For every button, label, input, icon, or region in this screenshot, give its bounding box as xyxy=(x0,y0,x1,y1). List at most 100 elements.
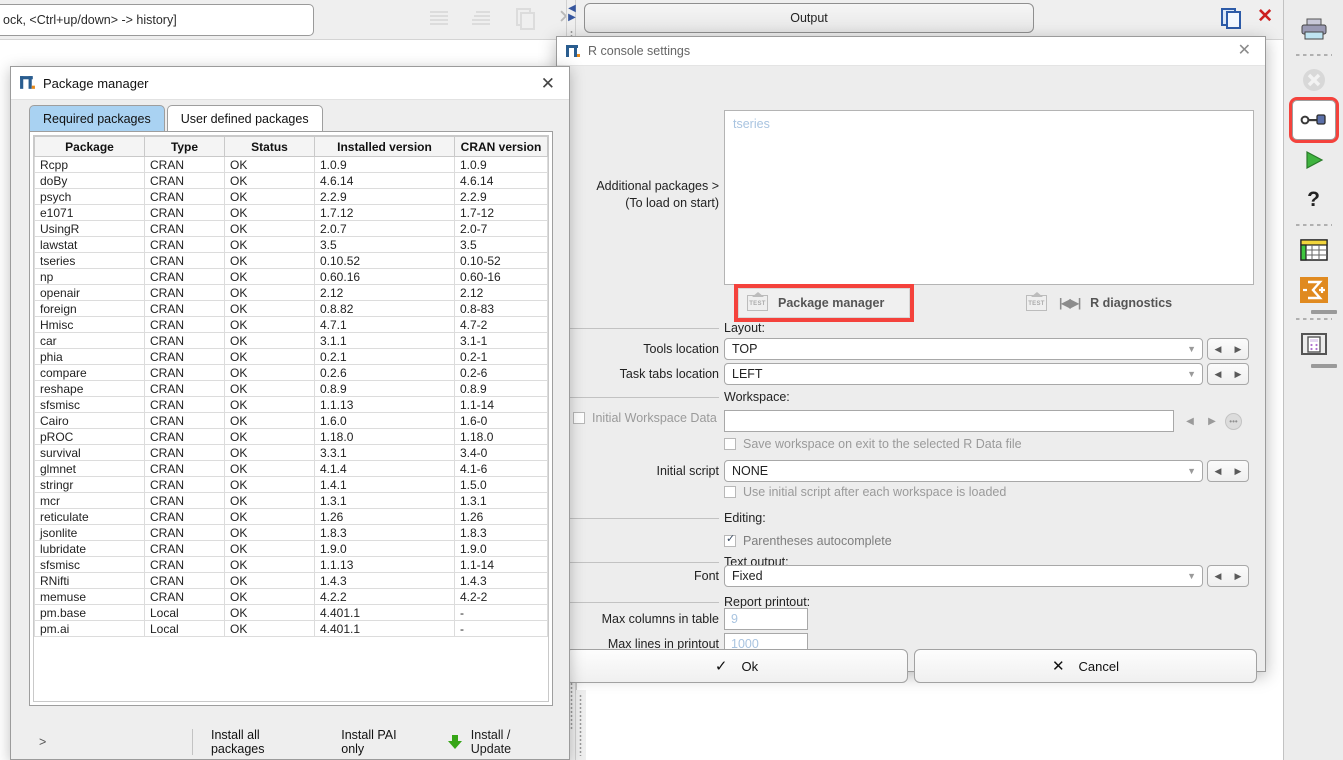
install-all-packages-button[interactable]: Install all packages xyxy=(211,728,315,756)
parentheses-autocomplete-row[interactable]: Parentheses autocomplete xyxy=(724,532,892,548)
copy-icon[interactable] xyxy=(514,8,535,30)
splitter-collapse-icon[interactable]: ◀ ▶ xyxy=(567,4,577,23)
font-combo[interactable]: Fixed ▼ xyxy=(724,565,1203,587)
cell-cran-version: 1.18.0 xyxy=(454,428,548,445)
table-row[interactable]: openair CRAN OK 2.12 2.12 xyxy=(34,284,548,301)
table-row[interactable]: Cairo CRAN OK 1.6.0 1.6-0 xyxy=(34,412,548,429)
initial-script-stepper[interactable]: ◀ ▶ xyxy=(1207,460,1249,482)
checkbox-icon[interactable] xyxy=(724,438,736,450)
table-row[interactable]: sfsmisc CRAN OK 1.1.13 1.1-14 xyxy=(34,556,548,573)
workspace-browse-button[interactable]: ••• xyxy=(1225,413,1242,430)
cell-type: CRAN xyxy=(144,572,225,589)
table-row[interactable]: jsonlite CRAN OK 1.8.3 1.8.3 xyxy=(34,524,548,541)
rail-item-run[interactable] xyxy=(1292,140,1336,180)
table-row[interactable]: mcr CRAN OK 1.3.1 1.3.1 xyxy=(34,492,548,509)
rail-item-stop[interactable] xyxy=(1292,60,1336,100)
tab-output[interactable]: Output xyxy=(584,3,1034,33)
tab-required-packages[interactable]: Required packages xyxy=(29,105,165,132)
save-workspace-checkbox-row[interactable]: Save workspace on exit to the selected R… xyxy=(724,437,1022,451)
use-initial-script-checkbox-row[interactable]: Use initial script after each workspace … xyxy=(724,485,1006,499)
table-row[interactable]: tseries CRAN OK 0.10.52 0.10-52 xyxy=(34,252,548,269)
table-row[interactable]: UsingR CRAN OK 2.0.7 2.0-7 xyxy=(34,220,548,237)
close-icon[interactable]: ✕ xyxy=(1257,7,1273,26)
table-row[interactable]: glmnet CRAN OK 4.1.4 4.1-6 xyxy=(34,460,548,477)
col-installed-version[interactable]: Installed version xyxy=(314,136,455,157)
workspace-nav-arrows[interactable]: ◀ ▶ xyxy=(1179,410,1223,432)
install-update-button[interactable]: Install / Update xyxy=(447,728,553,756)
cell-status: OK xyxy=(224,476,315,493)
table-row[interactable]: pm.ai Local OK 4.401.1- xyxy=(34,620,548,637)
command-input[interactable]: ock, <Ctrl+up/down> -> history] xyxy=(0,4,314,36)
rail-item-help[interactable]: ? xyxy=(1292,180,1336,220)
table-row[interactable]: lubridate CRAN OK 1.9.0 1.9.0 xyxy=(34,540,548,557)
rail-item-calculator[interactable] xyxy=(1292,324,1336,364)
cell-installed-version: 0.8.9 xyxy=(314,380,455,397)
tab-user-defined-packages[interactable]: User defined packages xyxy=(166,105,323,132)
tools-location-combo[interactable]: TOP ▼ xyxy=(724,338,1203,360)
checkbox-icon[interactable] xyxy=(724,486,736,498)
col-type[interactable]: Type xyxy=(144,136,225,157)
initial-script-combo[interactable]: NONE ▼ xyxy=(724,460,1203,482)
table-row[interactable]: lawstat CRAN OK 3.5 3.5 xyxy=(34,236,548,253)
table-row[interactable]: compare CRAN OK 0.2.6 0.2-6 xyxy=(34,364,548,381)
rail-item-r-console-settings[interactable] xyxy=(1288,97,1339,143)
initial-workspace-input[interactable] xyxy=(724,410,1174,432)
r-console-settings-dialog: R console settings ✕ Additional packages… xyxy=(556,36,1266,683)
table-row[interactable]: stringr CRAN OK 1.4.1 1.5.0 xyxy=(34,476,548,493)
rail-item-data-table[interactable] xyxy=(1292,230,1336,270)
check-icon: ✓ xyxy=(714,658,728,675)
table-row[interactable]: doBy CRAN OK 4.6.14 4.6.14 xyxy=(34,172,548,189)
table-row[interactable]: survival CRAN OK 3.3.1 3.4-0 xyxy=(34,444,548,461)
rail-item-printer[interactable] xyxy=(1292,10,1336,50)
cell-type: CRAN xyxy=(144,524,225,541)
table-row[interactable]: phia CRAN OK 0.2.1 0.2-1 xyxy=(34,348,548,365)
font-stepper[interactable]: ◀ ▶ xyxy=(1207,565,1249,587)
table-row[interactable]: Hmisc CRAN OK 4.7.1 4.7-2 xyxy=(34,316,548,333)
run-play-icon xyxy=(1305,151,1323,169)
rcs-cancel-button[interactable]: ✕ Cancel xyxy=(914,649,1257,683)
table-row[interactable]: Rcpp CRAN OK 1.0.9 1.0.9 xyxy=(34,156,548,173)
close-icon[interactable]: ✕ xyxy=(535,73,561,94)
align-lines-icon[interactable] xyxy=(472,8,492,28)
cell-installed-version: 1.18.0 xyxy=(314,428,455,445)
table-row[interactable]: sfsmisc CRAN OK 1.1.13 1.1-14 xyxy=(34,396,548,413)
close-icon[interactable]: ✕ xyxy=(1232,41,1257,61)
task-tabs-location-stepper[interactable]: ◀ ▶ xyxy=(1207,363,1249,385)
max-columns-input[interactable]: 9 xyxy=(724,608,808,630)
package-manager-button[interactable]: TEST Package manager xyxy=(734,284,914,322)
col-package[interactable]: Package xyxy=(34,136,145,157)
table-row[interactable]: memuse CRAN OK 4.2.2 4.2-2 xyxy=(34,588,548,605)
cell-package: pm.base xyxy=(34,604,145,621)
additional-packages-textarea[interactable]: tseries xyxy=(724,110,1254,285)
table-row[interactable]: pROC CRAN OK 1.18.0 1.18.0 xyxy=(34,428,548,445)
rail-item-statistics[interactable] xyxy=(1292,270,1336,310)
cell-status: OK xyxy=(224,444,315,461)
cell-package: mcr xyxy=(34,492,145,509)
insert-lines-icon[interactable] xyxy=(430,8,450,28)
table-row[interactable]: psych CRAN OK 2.2.9 2.2.9 xyxy=(34,188,548,205)
install-pai-only-button[interactable]: Install PAI only xyxy=(341,728,422,756)
copy-icon[interactable] xyxy=(1221,8,1242,29)
table-row[interactable]: reticulate CRAN OK 1.26 1.26 xyxy=(34,508,548,525)
cell-installed-version: 4.401.1 xyxy=(314,620,455,637)
rcs-ok-button[interactable]: ✓ Ok xyxy=(565,649,908,683)
divider xyxy=(192,729,193,755)
cell-status: OK xyxy=(224,188,315,205)
col-status[interactable]: Status xyxy=(224,136,315,157)
checkbox-icon[interactable] xyxy=(724,532,736,547)
table-row[interactable]: np CRAN OK 0.60.16 0.60-16 xyxy=(34,268,548,285)
table-row[interactable]: car CRAN OK 3.1.1 3.1-1 xyxy=(34,332,548,349)
initial-workspace-checkbox-row[interactable]: Initial Workspace Data xyxy=(573,411,717,425)
table-row[interactable]: e1071 CRAN OK 1.7.12 1.7-12 xyxy=(34,204,548,221)
checkbox-icon[interactable] xyxy=(573,412,585,424)
table-row[interactable]: foreign CRAN OK 0.8.82 0.8-83 xyxy=(34,300,548,317)
rail-separator xyxy=(1295,318,1332,320)
table-row[interactable]: reshape CRAN OK 0.8.9 0.8.9 xyxy=(34,380,548,397)
r-diagnostics-button[interactable]: TEST |◀▶| R diagnostics xyxy=(1018,288,1180,318)
col-cran-version[interactable]: CRAN version xyxy=(454,136,548,157)
tools-location-stepper[interactable]: ◀ ▶ xyxy=(1207,338,1249,360)
task-tabs-location-combo[interactable]: LEFT ▼ xyxy=(724,363,1203,385)
output-scrollbar[interactable] xyxy=(576,690,586,760)
table-row[interactable]: RNifti CRAN OK 1.4.3 1.4.3 xyxy=(34,572,548,589)
table-row[interactable]: pm.base Local OK 4.401.1- xyxy=(34,604,548,621)
